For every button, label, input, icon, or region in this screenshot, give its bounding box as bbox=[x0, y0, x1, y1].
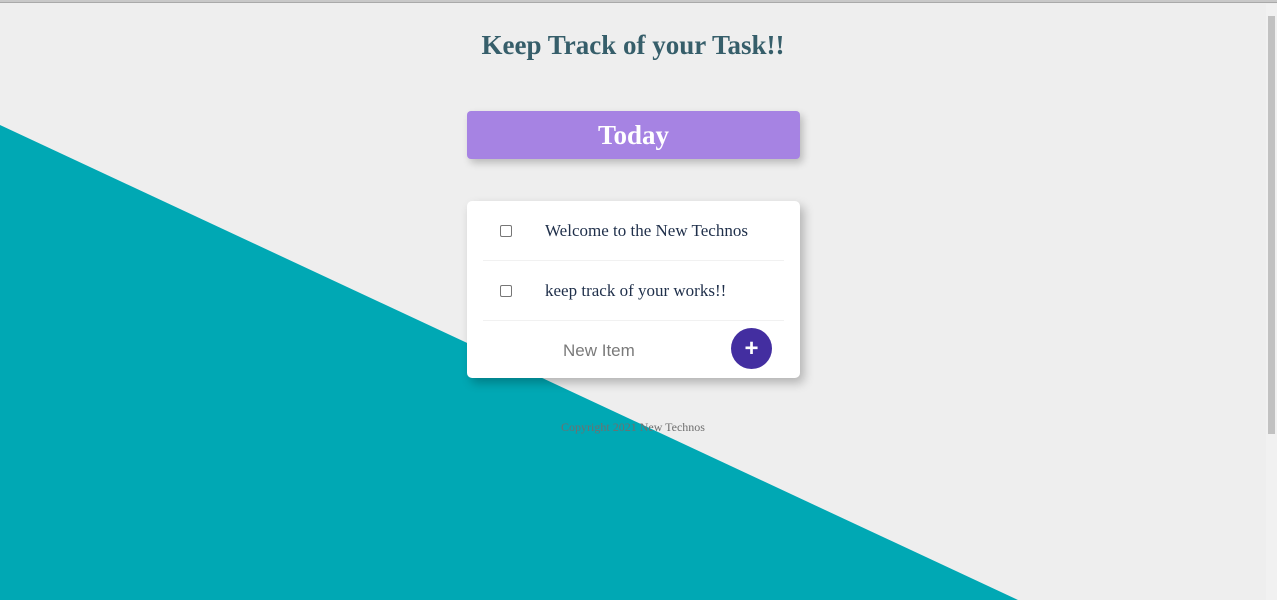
list-heading: Today bbox=[597, 119, 670, 150]
list-heading-box: Today bbox=[467, 111, 800, 159]
footer-copyright: Copyright 2021 New Technos bbox=[561, 420, 705, 434]
item-label: keep track of your works!! bbox=[545, 280, 727, 300]
scrollbar-thumb[interactable] bbox=[1268, 16, 1275, 434]
page-title: Keep Track of your Task!! bbox=[481, 30, 785, 60]
new-item-input[interactable] bbox=[563, 338, 713, 364]
new-item-form: + bbox=[467, 321, 800, 379]
list-item: Welcome to the New Technos bbox=[483, 201, 784, 261]
item-label: Welcome to the New Technos bbox=[545, 220, 748, 240]
item-checkbox[interactable] bbox=[500, 284, 512, 297]
page-scrollbar[interactable] bbox=[1266, 4, 1277, 600]
window-top-border bbox=[0, 0, 1277, 3]
add-item-button[interactable]: + bbox=[731, 328, 772, 369]
item-checkbox[interactable] bbox=[500, 224, 512, 237]
todo-list: Welcome to the New Technos keep track of… bbox=[467, 201, 800, 378]
list-item: keep track of your works!! bbox=[483, 261, 784, 321]
